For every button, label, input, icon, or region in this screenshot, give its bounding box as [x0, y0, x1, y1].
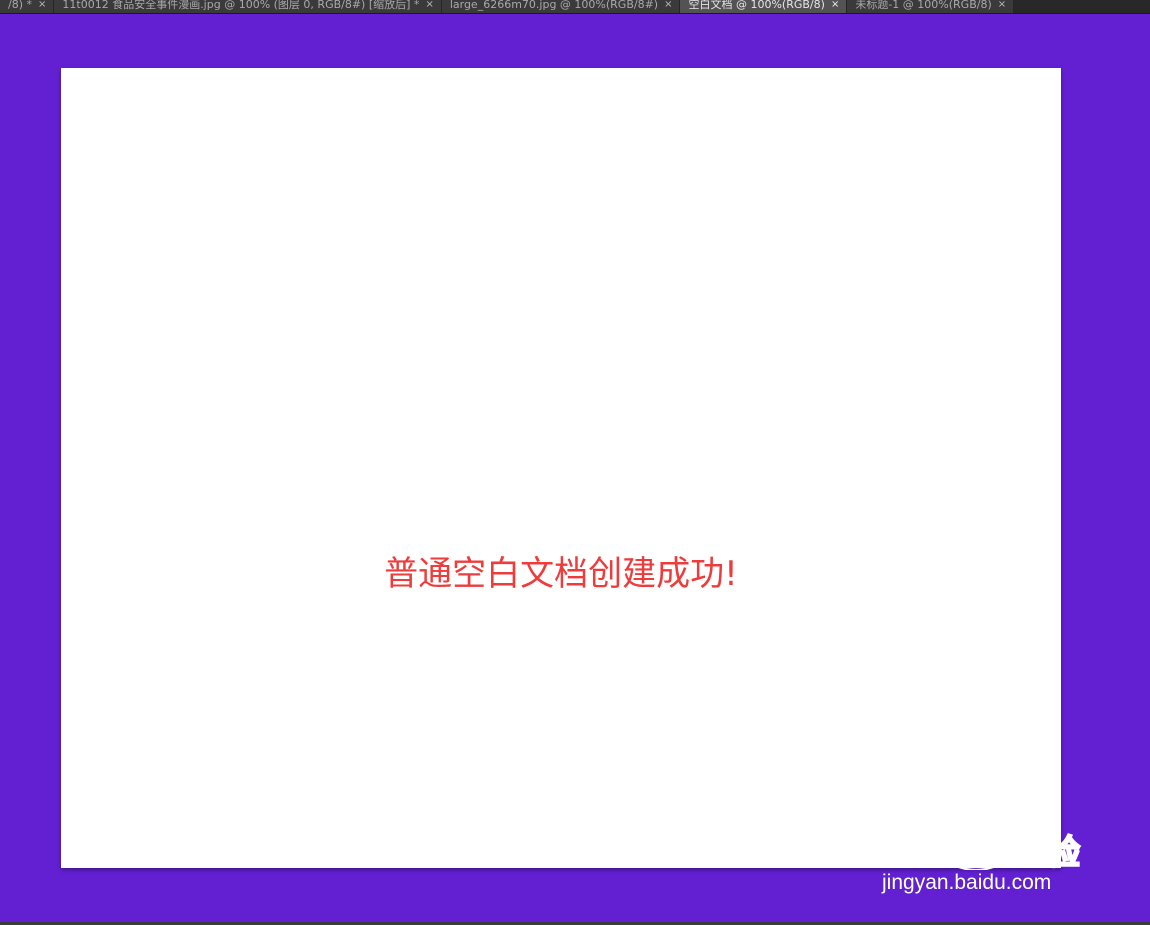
- close-icon[interactable]: ×: [425, 0, 433, 11]
- tab-label: /8) *: [8, 0, 32, 11]
- close-icon[interactable]: ×: [38, 0, 46, 11]
- tab-document-2[interactable]: 11t0012 食品安全事件漫画.jpg @ 100% (图层 0, RGB/8…: [54, 0, 442, 13]
- document-canvas[interactable]: 普通空白文档创建成功!: [61, 68, 1061, 868]
- canvas-message-text: 普通空白文档创建成功!: [384, 554, 738, 594]
- tab-document-4-active[interactable]: 空白文档 @ 100%(RGB/8) ×: [680, 0, 848, 13]
- tab-label: 空白文档 @ 100%(RGB/8): [688, 0, 825, 11]
- close-icon[interactable]: ×: [831, 0, 839, 11]
- tab-document-5[interactable]: 未标题-1 @ 100%(RGB/8) ×: [847, 0, 1015, 13]
- workspace-area[interactable]: 普通空白文档创建成功!: [0, 14, 1150, 925]
- document-tab-bar: /8) * × 11t0012 食品安全事件漫画.jpg @ 100% (图层 …: [0, 0, 1150, 14]
- tab-label: large_6266m70.jpg @ 100%(RGB/8#): [449, 0, 659, 11]
- tab-document-1[interactable]: /8) * ×: [0, 0, 55, 13]
- tab-label: 11t0012 食品安全事件漫画.jpg @ 100% (图层 0, RGB/8…: [62, 0, 420, 11]
- close-icon[interactable]: ×: [664, 0, 672, 11]
- tab-document-3[interactable]: large_6266m70.jpg @ 100%(RGB/8#) ×: [441, 0, 681, 13]
- close-icon[interactable]: ×: [998, 0, 1006, 11]
- tab-label: 未标题-1 @ 100%(RGB/8): [855, 0, 992, 11]
